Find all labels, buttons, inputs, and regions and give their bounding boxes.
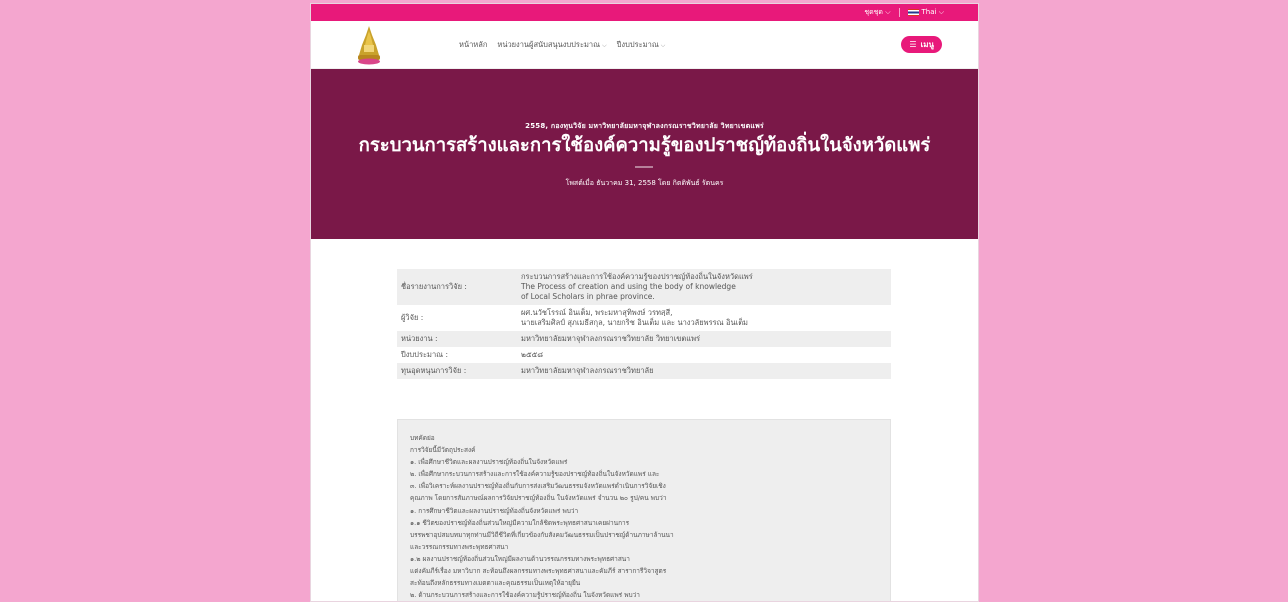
info-row: ผู้วิจัย : ผศ.นวัชโรรณ์ อินเต็ม, พระมหาสุ…: [397, 305, 891, 331]
info-value-line: The Process of creation and using the bo…: [521, 282, 736, 291]
abstract-line: สะท้อนถึงหลักธรรมทางเมตตาและคุณธรรมเป็นเ…: [410, 579, 581, 588]
info-value-line: of Local Scholars in phrae province.: [521, 292, 655, 301]
university-logo[interactable]: [355, 25, 383, 65]
abstract-line: บรรพชาอุปสมบทมาทุกท่านมีวิถีชีวิตที่เกี่…: [410, 530, 674, 539]
info-label: ชื่อรายงานการวิจัย :: [397, 269, 517, 305]
abstract-line: แต่งคัมภีร์เรื่อง มหาวิบาก สะท้อนถึงผลกร…: [410, 567, 667, 576]
info-label: หน่วยงาน :: [397, 331, 517, 347]
chevron-down-icon: ⌵: [938, 8, 944, 16]
info-value: ๒๕๕๘: [517, 347, 891, 363]
post-title: กระบวนการสร้างและการใช้องค์ความรู้ของปรา…: [358, 135, 931, 156]
thai-flag-icon: [907, 8, 919, 16]
abstract-line: คุณภาพ โดยการสัมภาษณ์ผลการวิจัยปราชญ์ท้อ…: [410, 494, 667, 503]
nav-item-funders[interactable]: หน่วยงานผู้สนับสนุนงบประมาณ ⌵: [497, 39, 606, 51]
lang-link[interactable]: ชุดชุด ⌵: [864, 7, 890, 18]
top-bar: ชุดชุด ⌵ Thai ⌵: [311, 4, 978, 21]
abstract-line: ๑. เพื่อศึกษาชีวิตและผลงานปราชญ์ท้องถิ่น…: [410, 458, 568, 467]
menu-label: เมนู: [920, 40, 934, 49]
info-row: หน่วยงาน : มหาวิทยาลัยมหาจุฬาลงกรณราชวิทย…: [397, 331, 891, 347]
menu-button[interactable]: ☰ เมนู: [901, 36, 942, 53]
info-row: ทุนอุดหนุนการวิจัย : มหาวิทยาลัยมหาจุฬาลง…: [397, 363, 891, 379]
abstract-line: ๓. เพื่อวิเคราะห์ผลงานปราชญ์ท้องถิ่นกับก…: [410, 482, 666, 491]
info-value: มหาวิทยาลัยมหาจุฬาลงกรณราชวิทยาลัย วิทยา…: [517, 331, 891, 347]
info-value: กระบวนการสร้างและการใช้องค์ความรู้ของปรา…: [517, 269, 891, 305]
info-value-line: กระบวนการสร้างและการใช้องค์ความรู้ของปรา…: [521, 272, 753, 281]
main-nav: หน้าหลัก หน่วยงานผู้สนับสนุนงบประมาณ ⌵ ปี…: [459, 21, 665, 68]
info-value: ผศ.นวัชโรรณ์ อินเต็ม, พระมหาสุทิพงษ์ วรท…: [517, 305, 891, 331]
title-divider: [635, 166, 653, 168]
abstract-box: บทคัดย่อการวิจัยนี้มีวัตถุประสงค์๑. เพื่…: [397, 419, 891, 601]
info-value-line: มหาวิทยาลัยมหาจุฬาลงกรณราชวิทยาลัย: [521, 366, 654, 375]
info-label: ปีงบประมาณ :: [401, 350, 449, 359]
abstract-line: ๑.๒ ผลงานปราชญ์ท้องถิ่นส่วนใหญ่มีผลงานด้…: [410, 554, 630, 563]
divider: [898, 8, 900, 17]
hamburger-icon: ☰: [909, 40, 917, 49]
abstract-line: การวิจัยนี้มีวัตถุประสงค์: [410, 446, 476, 455]
abstract-line: ๒. เพื่อศึกษากระบวนการสร้างและการใช้องค์…: [410, 470, 660, 479]
info-value-line: มหาวิทยาลัยมหาจุฬาลงกรณราชวิทยาลัย วิทยา…: [521, 334, 701, 343]
chevron-down-icon: ⌵: [660, 41, 666, 49]
abstract-line: ๑. การศึกษาชีวิตและผลงานปราชญ์ท้องถิ่นจั…: [410, 506, 579, 515]
info-value-line: ๒๕๕๘: [521, 350, 544, 359]
info-value-line: นายเสริมศิลป์ สุภเมธีสกุล, นายกริช อินเต…: [521, 318, 749, 327]
info-row: ชื่อรายงานการวิจัย : กระบวนการสร้างและการ…: [397, 269, 891, 305]
info-value-line: ผศ.นวัชโรรณ์ อินเต็ม, พระมหาสุทิพงษ์ วรท…: [521, 308, 673, 317]
nav-item-fiscal-year[interactable]: ปีงบประมาณ ⌵: [617, 39, 666, 51]
abstract-line: และวรรณกรรมทางพระพุทธศาสนา: [410, 542, 509, 551]
site-header: หน้าหลัก หน่วยงานผู้สนับสนุนงบประมาณ ⌵ ปี…: [311, 21, 978, 69]
nav-item-home[interactable]: หน้าหลัก: [459, 39, 487, 51]
abstract-line: ๑.๑ ชีวิตของปราชญ์ท้องถิ่นส่วนใหญ่มีความ…: [410, 518, 630, 527]
page-container: ชุดชุด ⌵ Thai ⌵ หน้าหลัก หน่วยงานผู้สนับ…: [310, 3, 979, 602]
post-meta: โพสต์เมื่อ ธันวาคม 31, 2558 โดย กิตติพัน…: [565, 179, 724, 187]
info-label: ผู้วิจัย :: [401, 313, 424, 322]
info-value: มหาวิทยาลัยมหาจุฬาลงกรณราชวิทยาลัย: [517, 363, 891, 379]
info-label: ทุนอุดหนุนการวิจัย :: [397, 363, 517, 379]
chevron-down-icon: ⌵: [885, 8, 891, 16]
language-switcher[interactable]: Thai ⌵: [907, 8, 944, 17]
chevron-down-icon: ⌵: [602, 41, 607, 49]
research-info-table: ชื่อรายงานการวิจัย : กระบวนการสร้างและการ…: [397, 269, 891, 379]
abstract-line: ๒. ด้านกระบวนการสร้างและการใช้องค์ความรู…: [410, 591, 640, 600]
post-hero: 2558, กองทุนวิจัย มหาวิทยาลัยมหาจุฬาลงกร…: [311, 69, 978, 239]
info-row: ปีงบประมาณ : ๒๕๕๘: [397, 347, 891, 363]
abstract-line: บทคัดย่อ: [410, 434, 435, 442]
